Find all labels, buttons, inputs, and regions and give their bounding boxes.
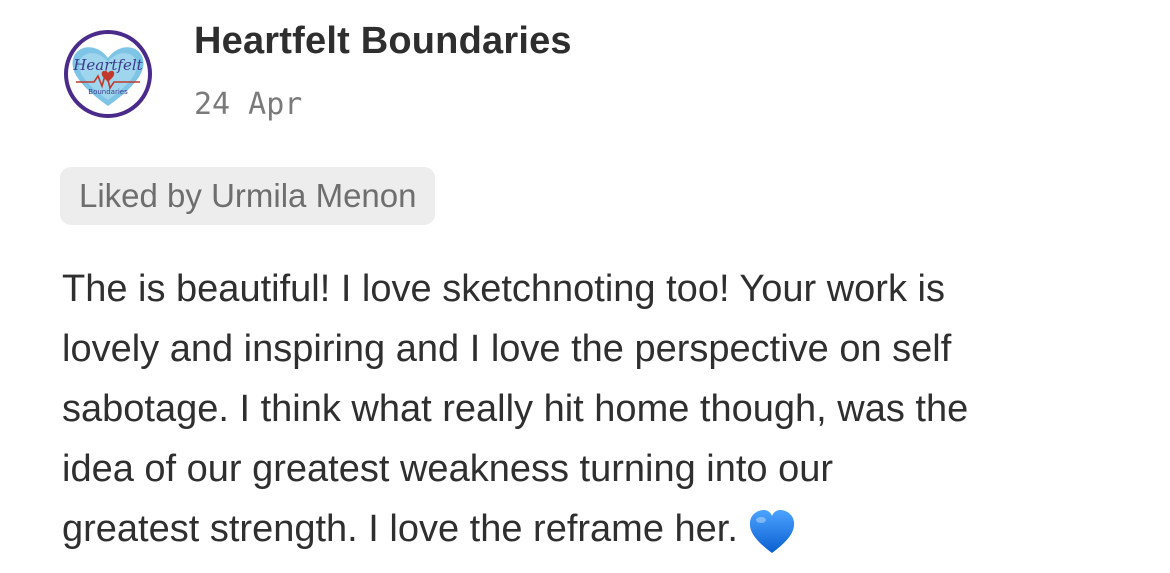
comment-line: lovely and inspiring and I love the pers… [62,328,952,370]
comment-body: The is beautiful! I love sketchnoting to… [62,259,1152,559]
comment-line: idea of our greatest weakness turning in… [62,448,834,490]
avatar[interactable]: Heartfelt Boundaries [60,26,156,122]
comment-card: Heartfelt Boundaries Heartfelt Boundarie… [0,0,1170,555]
liked-by-badge: Liked by Urmila Menon [60,167,436,225]
logo-lettering: Heartfelt [72,56,143,74]
comment-line: greatest strength. I love the reframe he… [62,508,738,550]
author-name[interactable]: Heartfelt Boundaries [194,20,572,63]
comment-line: The is beautiful! I love sketchnoting to… [62,268,945,310]
comment-date[interactable]: 24 Apr [194,87,302,122]
svg-text:Boundaries: Boundaries [88,88,128,96]
heartfelt-logo-icon: Heartfelt Boundaries [61,27,155,121]
blue-heart-icon [748,509,796,555]
comment-line: sabotage. I think what really hit home t… [62,388,969,430]
